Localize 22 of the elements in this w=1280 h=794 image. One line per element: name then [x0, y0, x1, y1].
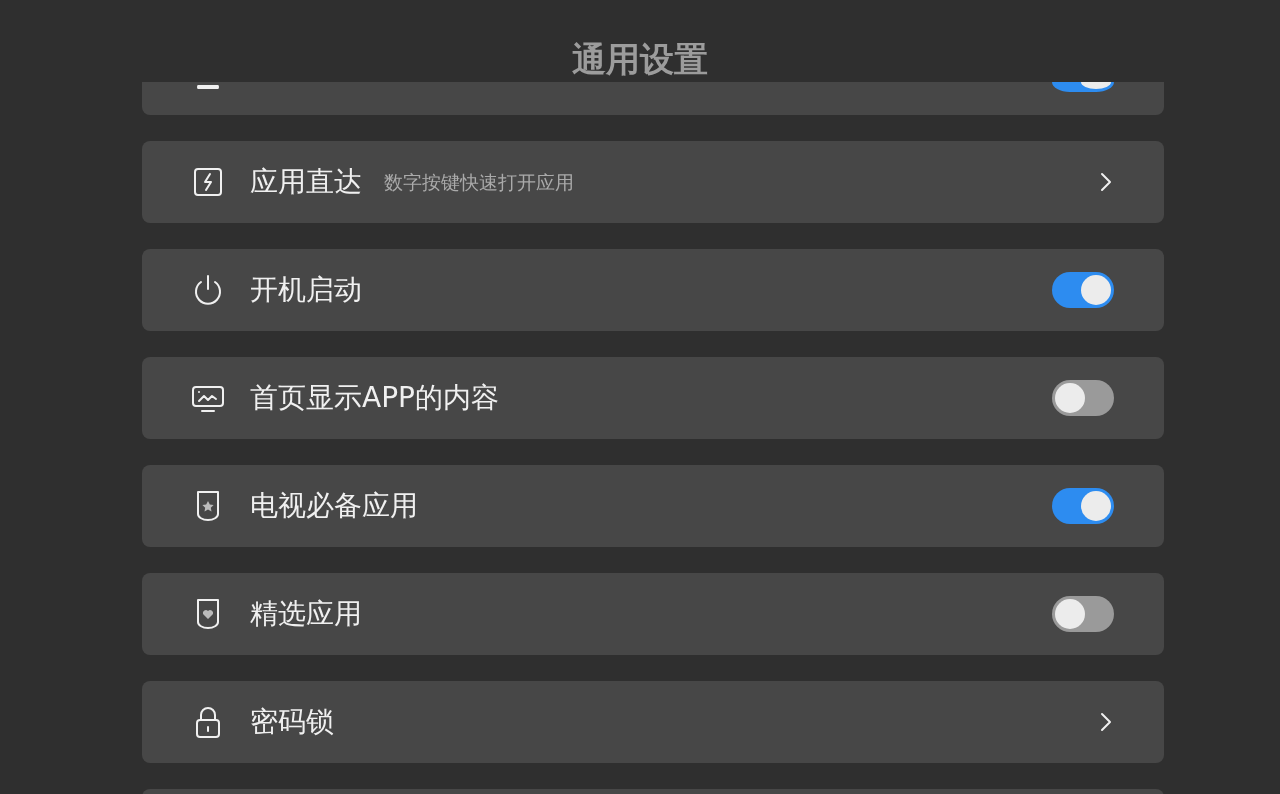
settings-row[interactable]: 应用直达 数字按键快速打开应用 — [142, 141, 1164, 223]
setting-label: 密码锁 — [250, 704, 334, 740]
settings-row[interactable]: 电视必备应用 — [142, 465, 1164, 547]
settings-row[interactable]: 密码锁 — [142, 681, 1164, 763]
chevron-right-icon — [1098, 170, 1114, 194]
setting-description: 数字按键快速打开应用 — [384, 169, 574, 195]
setting-label: 精选应用 — [250, 596, 362, 632]
chevron-right-icon — [1098, 710, 1114, 734]
setting-label: 应用直达 — [250, 164, 362, 200]
page-title: 通用设置 — [572, 42, 708, 81]
setting-label: 电视必备应用 — [250, 488, 418, 524]
toggle-switch[interactable] — [1052, 380, 1114, 416]
setting-label: 首页显示APP的内容 — [250, 380, 499, 416]
toggle-switch[interactable] — [1052, 272, 1114, 308]
settings-row[interactable]: 精选应用 — [142, 573, 1164, 655]
setting-label: 开机启动 — [250, 272, 362, 308]
toggle-switch[interactable] — [1052, 596, 1114, 632]
toggle-switch[interactable] — [1052, 82, 1114, 92]
settings-row[interactable]: 开机启动 — [142, 249, 1164, 331]
settings-row[interactable]: 首页显示APP的内容 — [142, 357, 1164, 439]
toggle-switch[interactable] — [1052, 488, 1114, 524]
line-icon — [197, 85, 219, 89]
